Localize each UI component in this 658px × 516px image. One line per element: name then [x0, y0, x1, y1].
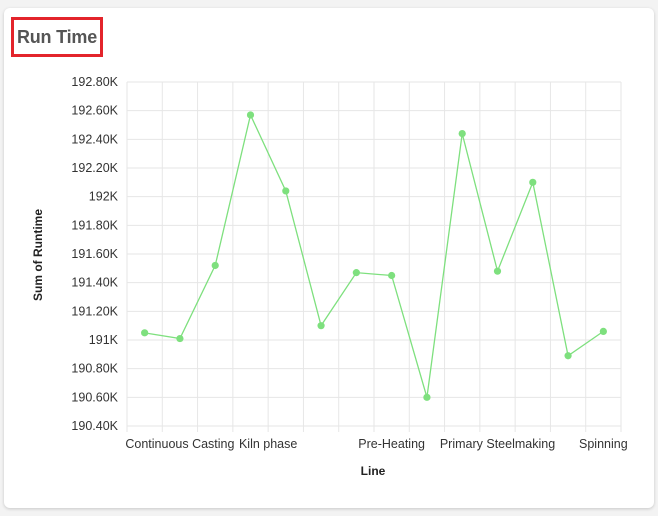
data-point: [282, 187, 290, 195]
x-tick-label: Pre-Heating: [358, 437, 425, 451]
y-tick-label: 191.60K: [71, 247, 118, 261]
y-tick-label: 192.40K: [71, 132, 118, 146]
grid: [126, 81, 622, 432]
y-tick-label: 192.20K: [71, 161, 118, 175]
x-tick-label: Primary Steelmaking: [440, 437, 555, 451]
y-tick-label: 192K: [89, 190, 119, 204]
y-tick-label: 190.80K: [71, 362, 118, 376]
data-point: [317, 322, 325, 330]
y-tick-label: 191.80K: [71, 218, 118, 232]
x-tick-label: Kiln phase: [239, 437, 297, 451]
data-point: [529, 178, 537, 186]
y-tick-label: 191.40K: [71, 276, 118, 290]
y-tick-label: 190.40K: [71, 419, 118, 433]
line-chart: 190.40K 190.60K 190.80K 191K 191.20K 191.40K 1…: [31, 75, 628, 478]
y-tick-label: 191K: [89, 333, 119, 347]
data-point: [352, 269, 360, 277]
y-axis-ticks: 190.40K 190.60K 190.80K 191K 191.20K 191.40K 1…: [71, 75, 118, 433]
data-point: [176, 334, 184, 343]
y-tick-label: 192.80K: [71, 75, 118, 89]
y-tick-label: 191.20K: [71, 304, 118, 318]
data-point: [246, 111, 255, 119]
data-point: [564, 352, 572, 360]
x-tick-label: Spinning: [579, 437, 628, 451]
data-point: [423, 393, 431, 401]
data-point: [458, 130, 466, 138]
x-axis-ticks: Continuous Casting Kiln phase Pre-Heating P…: [125, 437, 627, 451]
data-point: [599, 327, 607, 335]
data-point: [493, 267, 502, 275]
data-point: [388, 271, 396, 280]
y-axis-label: Sum of Runtime: [31, 209, 45, 301]
y-tick-label: 192.60K: [71, 104, 118, 118]
x-tick-label: Continuous Casting: [125, 437, 234, 451]
x-axis-label: Line: [361, 464, 386, 478]
y-tick-label: 190.60K: [71, 390, 118, 404]
data-point: [211, 261, 219, 270]
data-point: [141, 329, 149, 337]
